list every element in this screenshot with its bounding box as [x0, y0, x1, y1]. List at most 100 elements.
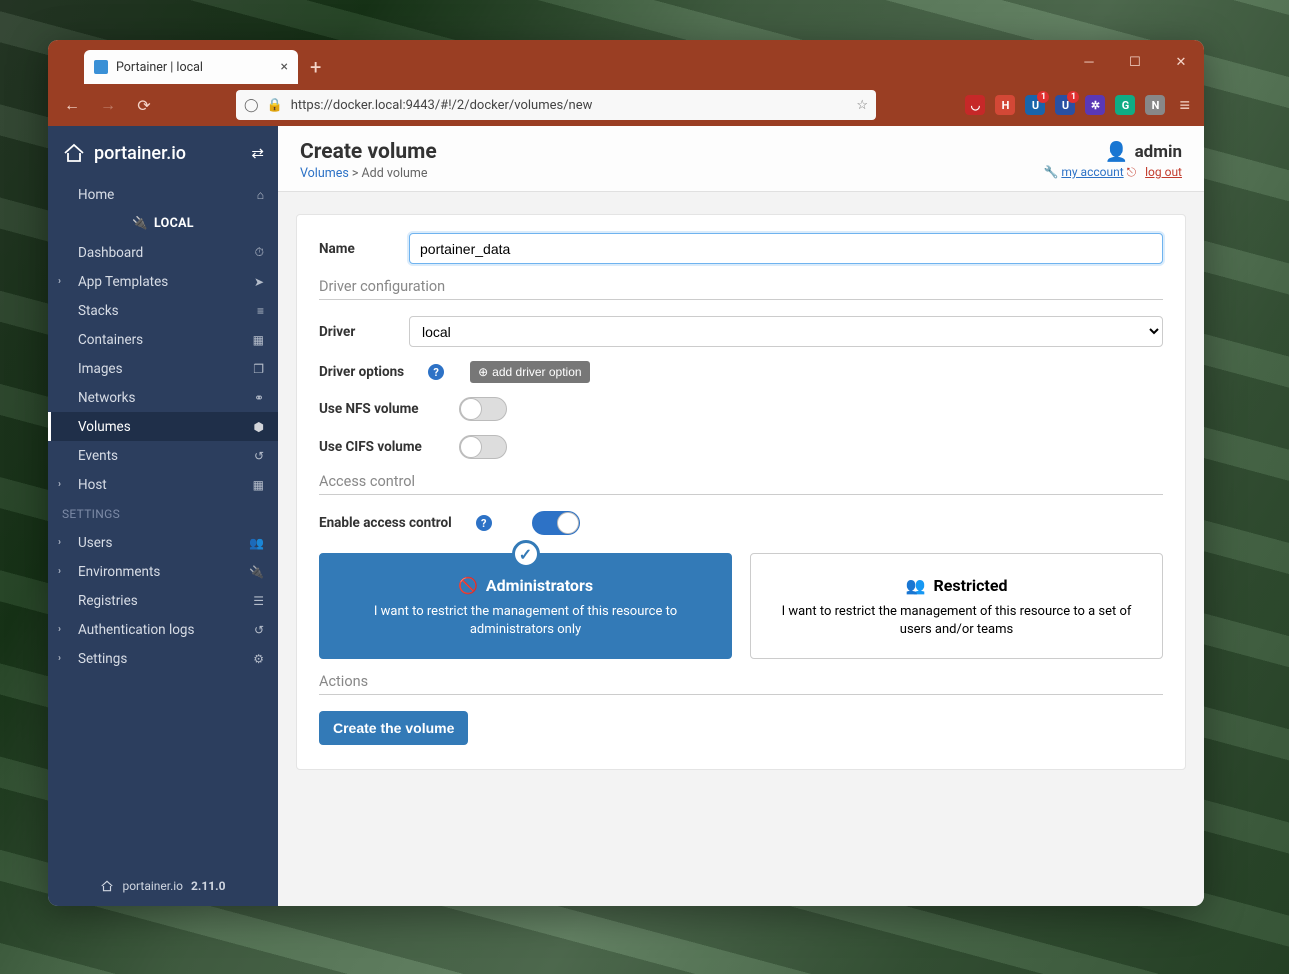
use-cifs-toggle[interactable]	[459, 435, 507, 459]
sidebar-item-dashboard[interactable]: Dashboard ⏱	[48, 238, 278, 267]
chevron-right-icon: ›	[58, 566, 61, 577]
sidebar-item-images[interactable]: Images ❐	[48, 354, 278, 383]
url-text: https://docker.local:9443/#!/2/docker/vo…	[291, 98, 849, 113]
window-close-button[interactable]: ✕	[1158, 40, 1204, 84]
ac-admins-title: Administrators	[486, 576, 593, 595]
window-minimize-button[interactable]: ─	[1066, 40, 1112, 84]
sidebar-item-app-templates[interactable]: › App Templates ➤	[48, 267, 278, 296]
ext-gray-icon[interactable]: N	[1145, 95, 1165, 115]
sidebar-item-authentication-logs[interactable]: › Authentication logs ↺	[48, 615, 278, 644]
help-icon[interactable]: ?	[476, 515, 492, 531]
name-input[interactable]	[409, 233, 1163, 264]
window-buttons: ─ ☐ ✕	[1066, 40, 1204, 84]
nav-reload-button[interactable]: ⟳	[130, 91, 158, 119]
ext-purple-icon[interactable]: ✲	[1085, 95, 1105, 115]
sidebar-item-users[interactable]: › Users 👥	[48, 528, 278, 557]
chevron-right-icon: ›	[58, 276, 61, 287]
history-icon: ↺	[254, 623, 264, 637]
check-icon: ✓	[512, 540, 540, 568]
th-icon: ▦	[253, 478, 264, 492]
sidebar-item-containers[interactable]: Containers ▦	[48, 325, 278, 354]
sidebar-item-label: Authentication logs	[78, 622, 194, 638]
home-icon: ⌂	[257, 188, 264, 202]
tachometer-icon: ⏱	[255, 245, 264, 260]
row-driver: Driver local	[319, 316, 1163, 347]
sidebar-item-home[interactable]: Home ⌂	[48, 180, 278, 209]
breadcrumb: Volumes > Add volume	[300, 166, 437, 181]
window-maximize-button[interactable]: ☐	[1112, 40, 1158, 84]
sidebar-item-networks[interactable]: Networks ⚭	[48, 383, 278, 412]
sidebar-settings-heading: SETTINGS	[48, 499, 278, 528]
add-driver-option-label: add driver option	[492, 365, 581, 379]
nav-forward-button[interactable]: →	[94, 91, 122, 119]
url-bar[interactable]: ◯ 🔒 https://docker.local:9443/#!/2/docke…	[236, 90, 876, 120]
ac-card-administrators[interactable]: ✓ 🚫 Administrators I want to restrict th…	[319, 553, 732, 659]
sidebar-item-registries[interactable]: Registries ☰	[48, 586, 278, 615]
sidebar-item-label: App Templates	[78, 274, 168, 290]
section-access-control: Access control	[319, 473, 1163, 495]
user-display: 👤 admin	[1043, 140, 1182, 163]
nav-back-button[interactable]: ←	[58, 91, 86, 119]
sidebar-logo[interactable]: portainer.io ⇄	[48, 126, 278, 180]
plus-circle-icon: ⊕	[478, 365, 488, 379]
create-volume-button[interactable]: Create the volume	[319, 711, 468, 745]
use-cifs-label: Use CIFS volume	[319, 439, 439, 455]
log-out-link[interactable]: log out	[1145, 165, 1182, 179]
sidebar-item-label: Home	[78, 187, 114, 203]
driver-select[interactable]: local	[409, 316, 1163, 347]
browser-menu-icon[interactable]: ≡	[1175, 95, 1194, 116]
sidebar-item-volumes[interactable]: Volumes ⬢	[48, 412, 278, 441]
list-icon: ≡	[257, 304, 264, 318]
sidebar-item-label: Users	[78, 535, 112, 551]
browser-tab[interactable]: Portainer | local ×	[84, 50, 298, 84]
rocket-icon: ➤	[254, 275, 264, 289]
enable-access-label: Enable access control	[319, 515, 452, 531]
ext-pocket-icon[interactable]: ◡	[965, 95, 985, 115]
add-driver-option-button[interactable]: ⊕ add driver option	[470, 361, 589, 383]
sidebar-item-host[interactable]: › Host ▦	[48, 470, 278, 499]
env-label: LOCAL	[154, 216, 194, 231]
row-use-nfs: Use NFS volume	[319, 397, 1163, 421]
ext-circle-icon[interactable]: H	[995, 95, 1015, 115]
sidebar-item-label: Environments	[78, 564, 160, 580]
form-panel: Name Driver configuration Driver local D…	[296, 214, 1186, 770]
footer-version: 2.11.0	[191, 879, 226, 893]
my-account-link[interactable]: my account	[1061, 165, 1123, 179]
name-label: Name	[319, 241, 389, 257]
ext-badge1-icon[interactable]: U	[1025, 95, 1045, 115]
ext-green-icon[interactable]: G	[1115, 95, 1135, 115]
help-icon[interactable]: ?	[428, 364, 444, 380]
access-control-options: ✓ 🚫 Administrators I want to restrict th…	[319, 553, 1163, 659]
sidebar-nav: Home ⌂ 🔌 LOCAL Dashboard ⏱ › App Templat…	[48, 180, 278, 866]
hdd-icon: ⬢	[254, 420, 264, 434]
row-use-cifs: Use CIFS volume	[319, 435, 1163, 459]
sidebar-item-label: Registries	[78, 593, 138, 609]
bookmark-star-icon[interactable]: ☆	[856, 98, 868, 113]
clone-icon: ❐	[253, 362, 264, 376]
use-nfs-toggle[interactable]	[459, 397, 507, 421]
enable-access-toggle[interactable]	[532, 511, 580, 535]
ext-badge2-icon[interactable]: U	[1055, 95, 1075, 115]
ac-admins-desc: I want to restrict the management of thi…	[336, 603, 715, 638]
brand-text: portainer.io	[94, 143, 186, 164]
sidebar-item-settings[interactable]: › Settings ⚙	[48, 644, 278, 673]
sidebar-item-label: Networks	[78, 390, 135, 406]
lock-icon: 🔒	[267, 98, 283, 113]
sidebar-item-environments[interactable]: › Environments 🔌	[48, 557, 278, 586]
tab-close-icon[interactable]: ×	[281, 59, 288, 75]
env-swap-icon[interactable]: ⇄	[251, 144, 264, 162]
tab-title: Portainer | local	[116, 60, 203, 75]
signout-icon: ⎋	[1127, 165, 1137, 179]
users-icon: 👥	[249, 536, 264, 550]
driver-options-label: Driver options	[319, 364, 404, 380]
new-tab-button[interactable]: +	[298, 50, 333, 84]
shield-icon: ◯	[244, 98, 259, 113]
section-driver-config: Driver configuration	[319, 278, 1163, 300]
ac-card-restricted[interactable]: 👥 Restricted I want to restrict the mana…	[750, 553, 1163, 659]
breadcrumb-link-volumes[interactable]: Volumes	[300, 166, 349, 181]
sidebar-item-events[interactable]: Events ↺	[48, 441, 278, 470]
sidebar-item-stacks[interactable]: Stacks ≡	[48, 296, 278, 325]
wrench-icon: 🔧	[1043, 165, 1058, 179]
plug-icon: 🔌	[249, 565, 264, 579]
footer-brand: portainer.io	[122, 879, 183, 893]
